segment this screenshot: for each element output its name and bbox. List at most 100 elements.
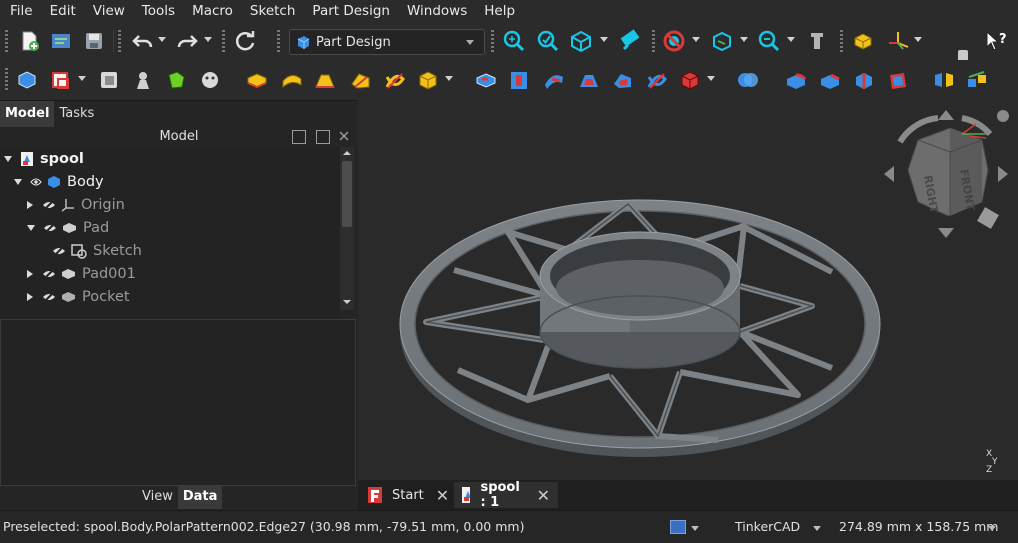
navigation-style[interactable]: TinkerCAD xyxy=(735,519,800,534)
scroll-up-icon[interactable] xyxy=(343,150,351,156)
tree-label: Sketch xyxy=(93,242,142,259)
whats-this-icon[interactable]: ? xyxy=(984,28,1010,54)
pipe-icon[interactable] xyxy=(348,67,374,93)
subtractive-primitive-icon[interactable] xyxy=(677,67,703,93)
clip-plane-icon[interactable] xyxy=(804,28,830,54)
toolbar-grip[interactable] xyxy=(5,30,8,52)
tab-model[interactable]: Model xyxy=(0,101,55,127)
expand-arrow-icon[interactable] xyxy=(27,224,35,231)
hidden-eye-icon[interactable] xyxy=(43,221,57,234)
expand-arrow-icon[interactable] xyxy=(27,292,33,301)
isometric-view-icon[interactable] xyxy=(568,28,594,54)
groove-icon[interactable] xyxy=(541,67,567,93)
thickness-icon[interactable] xyxy=(885,67,911,93)
menu-view[interactable]: View xyxy=(86,3,132,19)
axis-cross-icon[interactable] xyxy=(886,28,912,54)
sketch-icon[interactable] xyxy=(48,67,74,93)
tree-scrollbar[interactable] xyxy=(340,147,354,310)
expand-arrow-icon[interactable] xyxy=(4,155,12,162)
bounding-box-icon[interactable] xyxy=(709,28,735,54)
hole-icon[interactable] xyxy=(506,67,532,93)
eye-icon[interactable] xyxy=(30,177,42,187)
close-icon[interactable]: ✕ xyxy=(537,486,550,505)
expand-arrow-icon[interactable] xyxy=(27,200,33,209)
tree-item-spool[interactable]: spool xyxy=(4,147,84,170)
close-panel-icon[interactable] xyxy=(338,130,350,142)
menu-part-design[interactable]: Part Design xyxy=(305,3,397,19)
new-document-icon[interactable] xyxy=(16,28,42,54)
fit-selection-icon[interactable] xyxy=(535,28,561,54)
subtractive-pipe-icon[interactable] xyxy=(610,67,636,93)
mirrored-icon[interactable] xyxy=(931,67,957,93)
clone-icon[interactable] xyxy=(96,67,122,93)
tree-item-pocket[interactable]: Pocket xyxy=(27,285,130,308)
menu-edit[interactable]: Edit xyxy=(43,3,83,19)
tab-view[interactable]: View xyxy=(137,485,178,509)
fillet-icon[interactable] xyxy=(783,67,809,93)
zoom-icon[interactable] xyxy=(756,28,782,54)
additive-primitive-icon[interactable] xyxy=(415,67,441,93)
draft-icon[interactable] xyxy=(851,67,877,93)
linear-pattern-icon[interactable] xyxy=(965,67,991,93)
scroll-down-icon[interactable] xyxy=(343,299,351,305)
redo-icon[interactable] xyxy=(174,28,200,54)
measure-icon[interactable] xyxy=(617,28,643,54)
tab-start[interactable]: Start ✕ xyxy=(362,482,455,508)
close-icon[interactable]: ✕ xyxy=(436,486,449,505)
hidden-eye-icon[interactable] xyxy=(42,267,56,280)
part-icon[interactable] xyxy=(850,28,876,54)
hidden-eye-icon[interactable] xyxy=(52,244,66,257)
preselection-status: Preselected: spool.Body.PolarPattern002.… xyxy=(3,519,525,534)
menu-help[interactable]: Help xyxy=(477,3,522,19)
menu-sketch[interactable]: Sketch xyxy=(243,3,302,19)
tree-item-origin[interactable]: Origin xyxy=(27,193,125,216)
scrollbar-thumb[interactable] xyxy=(342,161,352,227)
pocket-icon[interactable] xyxy=(473,67,499,93)
chevron-down-icon[interactable] xyxy=(691,526,699,531)
tree-item-pad001[interactable]: Pad001 xyxy=(27,262,136,285)
curve-icon[interactable] xyxy=(197,67,223,93)
minimize-panel-icon[interactable] xyxy=(292,130,306,144)
shape-binder-icon[interactable] xyxy=(130,67,156,93)
navigation-style-icon[interactable] xyxy=(670,520,686,534)
3d-view[interactable]: RIGHT FRONT XYZ xyxy=(358,100,1018,480)
subtractive-loft-icon[interactable] xyxy=(576,67,602,93)
boolean-icon[interactable] xyxy=(735,67,761,93)
chevron-down-icon[interactable] xyxy=(988,526,996,531)
workbench-selector[interactable]: Part Design xyxy=(289,29,485,55)
menu-macro[interactable]: Macro xyxy=(185,3,240,19)
hidden-eye-icon[interactable] xyxy=(42,198,56,211)
tab-data[interactable]: Data xyxy=(177,485,223,509)
chevron-down-icon[interactable] xyxy=(813,526,821,531)
subtractive-helix-icon[interactable] xyxy=(644,67,670,93)
pocket-icon xyxy=(62,291,75,302)
expand-arrow-icon[interactable] xyxy=(14,178,22,185)
menu-file[interactable]: File xyxy=(3,3,40,19)
revolution-icon[interactable] xyxy=(279,67,305,93)
menu-windows[interactable]: Windows xyxy=(400,3,474,19)
open-document-icon[interactable] xyxy=(48,28,74,54)
float-panel-icon[interactable] xyxy=(316,130,330,144)
undo-icon[interactable] xyxy=(130,28,156,54)
expand-arrow-icon[interactable] xyxy=(27,269,33,278)
fit-all-icon[interactable] xyxy=(501,28,527,54)
helix-icon[interactable] xyxy=(382,67,408,93)
body-icon[interactable] xyxy=(14,67,40,93)
save-icon[interactable] xyxy=(81,28,107,54)
tree-item-pad[interactable]: Pad xyxy=(27,216,109,239)
chamfer-icon[interactable] xyxy=(817,67,843,93)
tree-label: spool xyxy=(40,150,84,167)
loft-icon[interactable] xyxy=(312,67,338,93)
sub-shape-binder-icon[interactable] xyxy=(163,67,189,93)
tab-tasks[interactable]: Tasks xyxy=(54,101,99,127)
refresh-icon[interactable] xyxy=(232,28,258,54)
menu-tools[interactable]: Tools xyxy=(135,3,182,19)
tree-item-body[interactable]: Body xyxy=(14,170,104,193)
tab-spool[interactable]: spool : 1 ✕ xyxy=(454,480,558,510)
tree-item-sketch[interactable]: Sketch xyxy=(52,239,142,262)
draw-style-icon[interactable] xyxy=(661,28,687,54)
hidden-eye-icon[interactable] xyxy=(42,290,56,303)
navigation-cube[interactable]: RIGHT FRONT xyxy=(878,104,1018,244)
pad-icon[interactable] xyxy=(244,67,270,93)
model-tree: spool Body Origin Pad Sketch Pad001 Pock… xyxy=(0,147,340,317)
